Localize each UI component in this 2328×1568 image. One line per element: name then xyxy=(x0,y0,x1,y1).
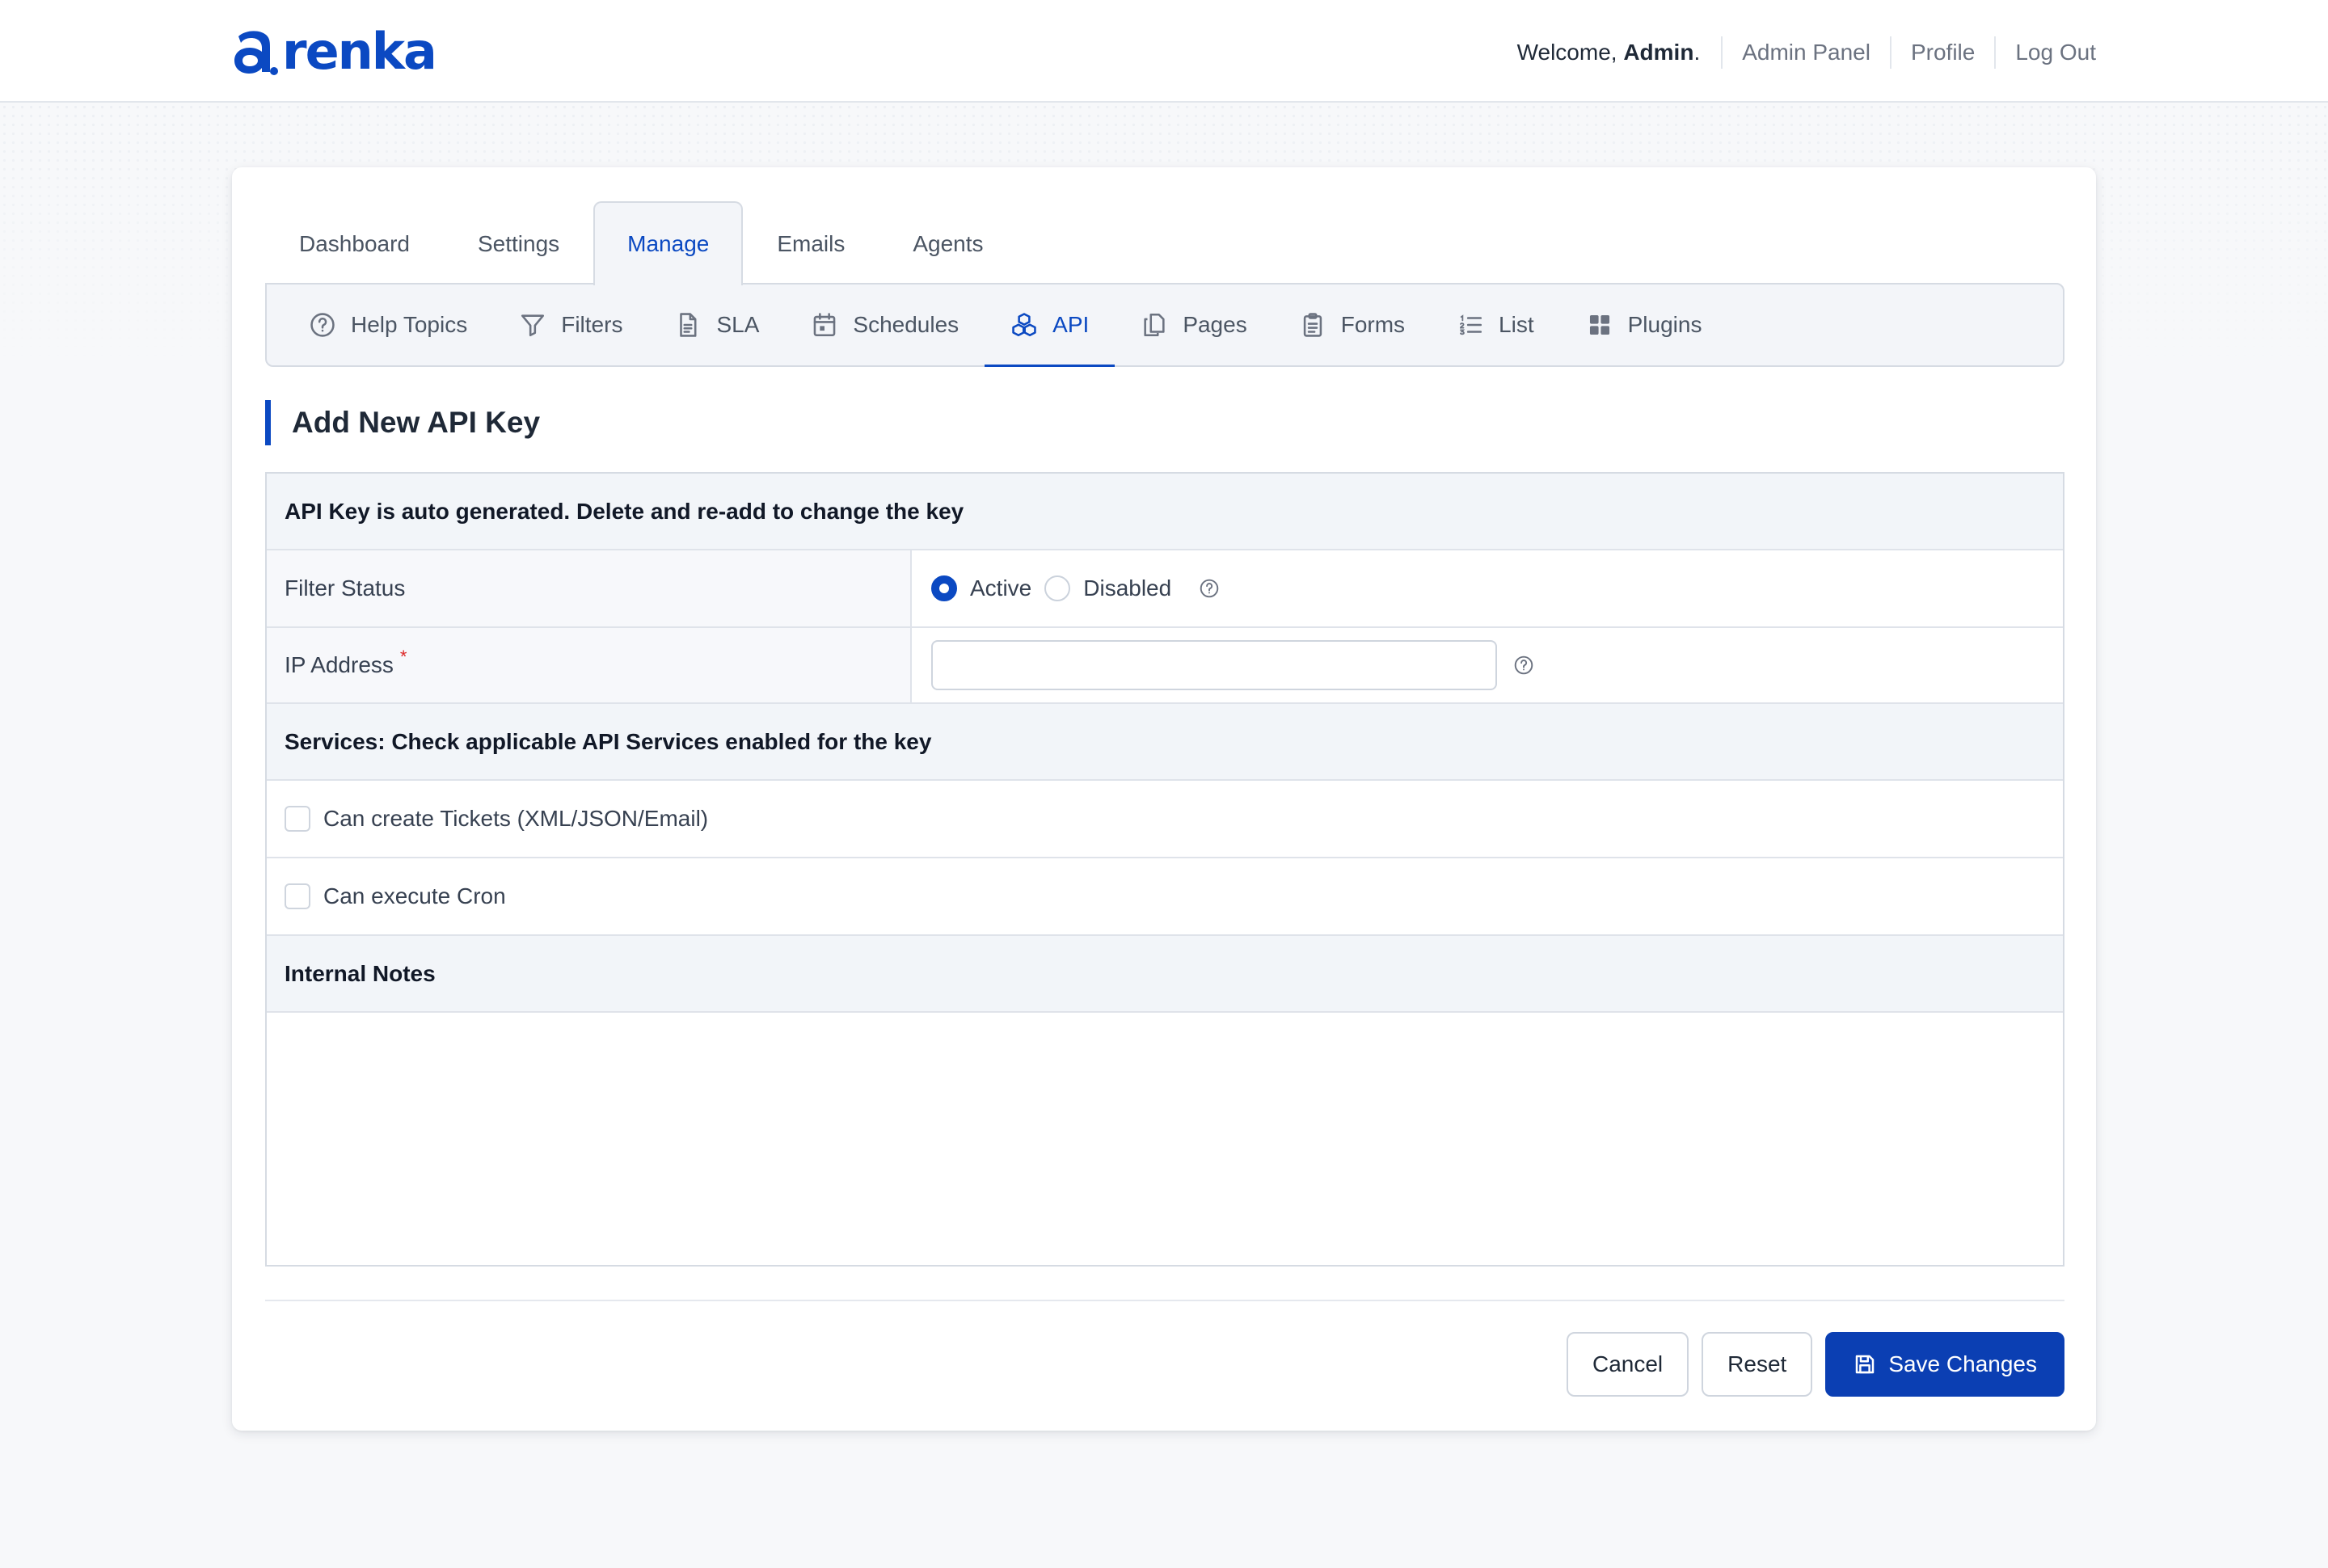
subnav-label: List xyxy=(1499,312,1534,337)
welcome-prefix: Welcome, xyxy=(1516,40,1624,65)
save-changes-button[interactable]: Save Changes xyxy=(1825,1332,2064,1397)
grid-icon xyxy=(1586,311,1613,339)
admin-panel-link[interactable]: Admin Panel xyxy=(1721,36,1890,69)
radio-active[interactable] xyxy=(931,575,957,601)
filter-status-options: Active Disabled xyxy=(912,550,2063,626)
tab-agents[interactable]: Agents xyxy=(879,201,1017,285)
ip-address-row: IP Address * xyxy=(267,628,2063,704)
create-tickets-checkbox[interactable] xyxy=(285,806,310,832)
subnav-label: Forms xyxy=(1340,312,1406,337)
filter-status-row: Filter Status Active Disabled xyxy=(267,550,2063,628)
help-circle-icon[interactable] xyxy=(1199,578,1220,599)
calendar-icon xyxy=(811,311,838,339)
subnav-filters[interactable]: Filters xyxy=(493,285,648,365)
tab-dashboard[interactable]: Dashboard xyxy=(265,201,444,285)
filter-status-label: Filter Status xyxy=(267,550,912,626)
required-mark: * xyxy=(399,647,407,667)
service-create-tickets[interactable]: Can create Tickets (XML/JSON/Email) xyxy=(267,781,2063,858)
subnav-pages[interactable]: Pages xyxy=(1115,285,1272,365)
pages-icon xyxy=(1141,311,1168,339)
list-icon xyxy=(1457,311,1484,339)
subnav-api[interactable]: API xyxy=(985,285,1116,367)
tab-settings[interactable]: Settings xyxy=(444,201,593,285)
logout-link[interactable]: Log Out xyxy=(1994,36,2096,69)
subnav-label: Help Topics xyxy=(351,312,468,337)
main-card: Dashboard Settings Manage Emails Agents … xyxy=(232,167,2096,1431)
radio-disabled-label[interactable]: Disabled xyxy=(1083,575,1171,601)
radio-disabled[interactable] xyxy=(1044,575,1071,601)
subnav-schedules[interactable]: Schedules xyxy=(785,285,985,365)
ip-address-label-text: IP Address xyxy=(285,652,394,677)
form-actions: Cancel Reset Save Changes xyxy=(1566,1332,2064,1397)
page-title: Add New API Key xyxy=(265,400,540,445)
clipboard-icon xyxy=(1299,311,1326,339)
filter-icon xyxy=(519,311,546,339)
profile-link[interactable]: Profile xyxy=(1889,36,1994,69)
execute-cron-checkbox[interactable] xyxy=(285,883,310,909)
cubes-icon xyxy=(1010,311,1038,339)
top-bar: renka Welcome, Admin. Admin Panel Profil… xyxy=(0,0,2328,103)
manage-subnav: Help Topics Filters SLA Schedules API Pa… xyxy=(265,283,2064,367)
logo-mark-icon xyxy=(234,31,278,75)
internal-notes-textarea[interactable] xyxy=(267,1013,2063,1265)
radio-active-label[interactable]: Active xyxy=(970,575,1031,601)
welcome-user: Admin xyxy=(1623,40,1694,65)
tab-manage[interactable]: Manage xyxy=(593,201,744,285)
subnav-forms[interactable]: Forms xyxy=(1273,285,1431,365)
cancel-button[interactable]: Cancel xyxy=(1566,1332,1689,1397)
brand-name: renka xyxy=(282,22,437,81)
document-icon xyxy=(674,311,702,339)
ip-address-label: IP Address * xyxy=(267,628,912,702)
services-header: Services: Check applicable API Services … xyxy=(267,704,2063,781)
internal-notes-row xyxy=(267,1013,2063,1265)
subnav-label: Plugins xyxy=(1627,312,1702,337)
subnav-label: SLA xyxy=(716,312,760,337)
execute-cron-label[interactable]: Can execute Cron xyxy=(323,883,506,909)
main-tabs: Dashboard Settings Manage Emails Agents xyxy=(265,200,1018,285)
subnav-plugins[interactable]: Plugins xyxy=(1560,285,1728,365)
ip-address-input[interactable] xyxy=(931,640,1497,690)
help-circle-icon[interactable] xyxy=(1513,655,1534,676)
help-circle-icon xyxy=(309,311,336,339)
welcome-text: Welcome, Admin. xyxy=(1517,40,1722,65)
save-changes-label: Save Changes xyxy=(1888,1351,2037,1376)
service-execute-cron[interactable]: Can execute Cron xyxy=(267,858,2063,936)
welcome-suffix: . xyxy=(1693,40,1701,65)
create-tickets-label[interactable]: Can create Tickets (XML/JSON/Email) xyxy=(323,806,708,832)
subnav-label: Pages xyxy=(1183,312,1247,337)
tab-emails[interactable]: Emails xyxy=(743,201,879,285)
api-key-form: API Key is auto generated. Delete and re… xyxy=(265,472,2064,1267)
subnav-sla[interactable]: SLA xyxy=(648,285,785,365)
api-key-note: API Key is auto generated. Delete and re… xyxy=(267,474,2063,550)
subnav-list[interactable]: List xyxy=(1431,285,1560,365)
save-icon xyxy=(1853,1352,1877,1376)
internal-notes-header: Internal Notes xyxy=(267,936,2063,1013)
brand-logo[interactable]: renka xyxy=(232,22,437,81)
user-nav: Welcome, Admin. Admin Panel Profile Log … xyxy=(1517,32,2096,73)
footer-divider xyxy=(265,1300,2064,1301)
subnav-label: Schedules xyxy=(853,312,959,337)
subnav-label: API xyxy=(1052,312,1090,337)
ip-address-value xyxy=(912,628,2063,702)
subnav-help-topics[interactable]: Help Topics xyxy=(283,285,493,365)
subnav-label: Filters xyxy=(561,312,623,337)
reset-button[interactable]: Reset xyxy=(1702,1332,1813,1397)
